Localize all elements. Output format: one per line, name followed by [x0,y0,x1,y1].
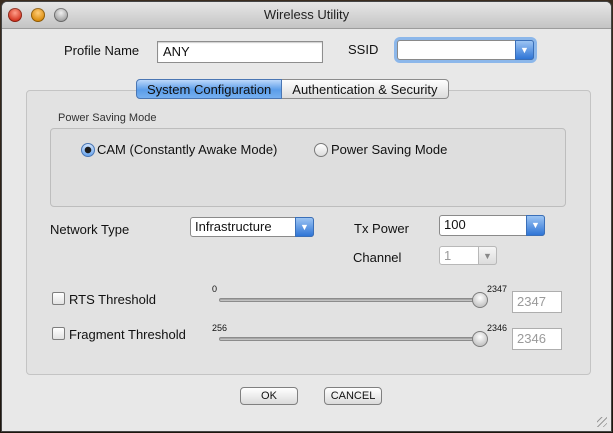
power-saving-group-title: Power Saving Mode [58,112,157,124]
ok-button[interactable]: OK [240,387,298,405]
rts-threshold-slider[interactable] [219,298,487,302]
fragment-threshold-label: Fragment Threshold [69,327,186,342]
network-type-label: Network Type [50,222,130,237]
power-saving-group [50,128,566,207]
network-type-value: Infrastructure [195,219,272,234]
fragment-threshold-value[interactable]: 2346 [512,328,562,350]
chevron-down-icon: ▼ [515,40,534,60]
fragment-max-label: 2346 [487,323,508,333]
resize-grip[interactable] [597,417,607,427]
cam-radio-label[interactable]: CAM (Constantly Awake Mode) [97,142,277,157]
chevron-down-icon: ▼ [526,215,545,236]
tx-power-label: Tx Power [354,221,409,236]
power-saving-radio-label[interactable]: Power Saving Mode [331,142,447,157]
channel-label: Channel [353,250,402,265]
rts-threshold-checkbox[interactable] [52,292,65,305]
rts-threshold-label: RTS Threshold [69,292,156,307]
chevron-down-icon: ▼ [295,217,314,237]
ssid-select[interactable]: ▼ [397,40,534,60]
channel-value: 1 [444,248,452,263]
fragment-threshold-checkbox[interactable] [52,327,65,340]
rts-threshold-value[interactable]: 2347 [512,291,562,313]
fragment-min-label: 256 [212,323,228,333]
chevron-down-icon: ▼ [478,246,497,265]
window-title: Wireless Utility [263,7,350,22]
title-bar[interactable]: Wireless Utility [2,2,611,29]
fragment-slider-knob[interactable] [472,331,488,347]
profile-name-label: Profile Name [64,43,140,58]
tab-bar: System Configuration Authentication & Se… [136,79,449,99]
rts-slider-knob[interactable] [472,292,488,308]
power-saving-radio[interactable] [314,143,328,157]
tab-authentication-security[interactable]: Authentication & Security [282,79,449,99]
rts-min-label: 0 [212,284,218,294]
tx-power-value: 100 [444,217,466,232]
rts-max-label: 2347 [487,284,508,294]
channel-select[interactable]: 1 ▼ [439,246,497,265]
cancel-button[interactable]: CANCEL [324,387,382,405]
tab-system-configuration[interactable]: System Configuration [136,79,283,99]
fragment-threshold-slider[interactable] [219,337,487,341]
wireless-utility-window: Wireless Utility Profile Name ANY SSID ▼… [2,2,611,431]
ssid-label: SSID [348,42,379,57]
tx-power-select[interactable]: 100 ▼ [439,215,545,236]
network-type-select[interactable]: Infrastructure ▼ [190,217,314,237]
profile-name-input[interactable]: ANY [157,41,323,63]
cam-radio[interactable] [81,143,95,157]
